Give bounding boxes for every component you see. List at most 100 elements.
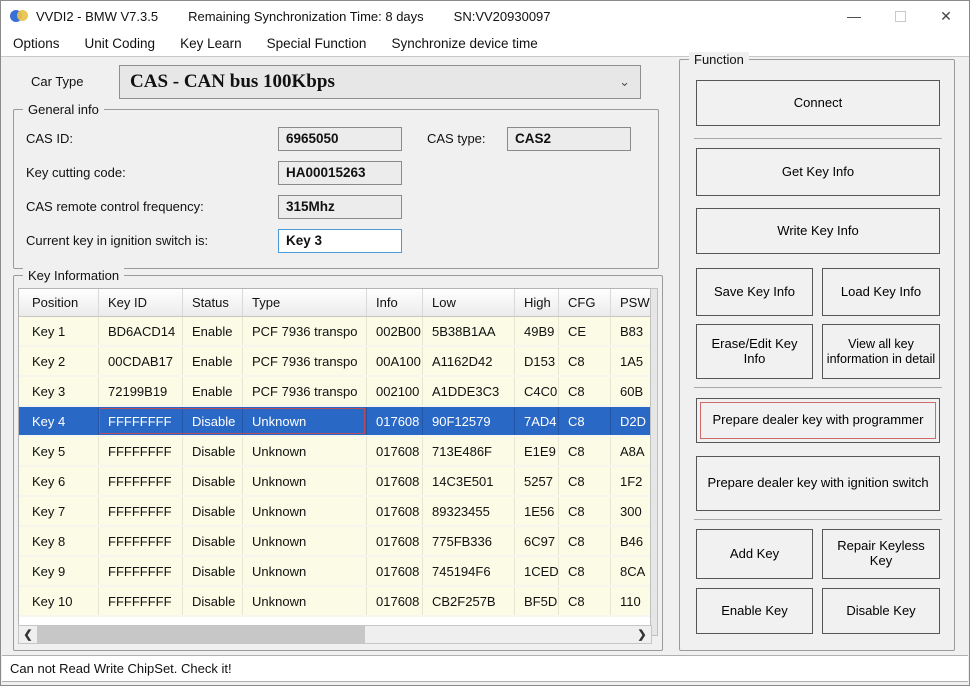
cell-key-id: 72199B19 <box>99 377 183 405</box>
key-information-title: Key Information <box>23 268 124 283</box>
save-key-info-button[interactable]: Save Key Info <box>696 268 813 316</box>
table-row[interactable]: Key 1 BD6ACD14 Enable PCF 7936 transpo 0… <box>19 317 652 347</box>
cell-position: Key 10 <box>19 587 99 615</box>
cell-status: Disable <box>183 587 243 615</box>
remote-frequency-field[interactable]: 315Mhz <box>278 195 402 219</box>
minimize-icon[interactable]: — <box>831 1 877 31</box>
cell-cfg: C8 <box>559 587 611 615</box>
cell-high: 6C97 <box>515 527 559 555</box>
col-header-type[interactable]: Type <box>243 289 367 316</box>
repair-keyless-key-button[interactable]: Repair Keyless Key <box>822 529 940 579</box>
cell-type: Unknown <box>243 407 367 435</box>
table-row[interactable]: Key 10 FFFFFFFF Disable Unknown 017608 C… <box>19 587 652 617</box>
cell-psw: D2D <box>611 407 652 435</box>
menu-options[interactable]: Options <box>13 36 60 51</box>
enable-key-button[interactable]: Enable Key <box>696 588 813 634</box>
add-key-button[interactable]: Add Key <box>696 529 813 579</box>
key-table: Position Key ID Status Type Info Low Hig… <box>18 288 652 636</box>
close-icon[interactable]: ✕ <box>923 1 969 31</box>
connect-button[interactable]: Connect <box>696 80 940 126</box>
cell-type: Unknown <box>243 437 367 465</box>
separator <box>694 519 942 520</box>
table-row[interactable]: Key 8 FFFFFFFF Disable Unknown 017608 77… <box>19 527 652 557</box>
cell-info: 017608 <box>367 527 423 555</box>
cell-type: Unknown <box>243 497 367 525</box>
prepare-dealer-key-programmer-label: Prepare dealer key with programmer <box>713 413 924 428</box>
col-header-high[interactable]: High <box>515 289 559 316</box>
load-key-info-button[interactable]: Load Key Info <box>822 268 940 316</box>
cell-position: Key 1 <box>19 317 99 345</box>
col-header-low[interactable]: Low <box>423 289 515 316</box>
write-key-info-button[interactable]: Write Key Info <box>696 208 940 254</box>
cell-cfg: C8 <box>559 377 611 405</box>
table-horizontal-scrollbar[interactable]: ❮ ❯ <box>18 625 652 644</box>
disable-key-button[interactable]: Disable Key <box>822 588 940 634</box>
key-cutting-code-field[interactable]: HA00015263 <box>278 161 402 185</box>
scrollbar-thumb[interactable] <box>37 626 365 643</box>
scroll-left-icon[interactable]: ❮ <box>19 626 37 643</box>
cell-low: 14C3E501 <box>423 467 515 495</box>
erase-edit-key-info-button[interactable]: Erase/Edit Key Info <box>696 324 813 379</box>
cell-status: Enable <box>183 377 243 405</box>
current-key-field[interactable]: Key 3 <box>278 229 402 253</box>
cell-low: 713E486F <box>423 437 515 465</box>
col-header-info[interactable]: Info <box>367 289 423 316</box>
current-key-label: Current key in ignition switch is: <box>26 233 278 248</box>
cell-position: Key 6 <box>19 467 99 495</box>
cell-psw: 300 <box>611 497 652 525</box>
cell-low: 775FB336 <box>423 527 515 555</box>
car-type-dropdown[interactable]: CAS - CAN bus 100Kbps ⌄ <box>119 65 641 99</box>
cell-high: D153 <box>515 347 559 375</box>
general-info-group: General info CAS ID: 6965050 CAS type: C… <box>13 109 659 269</box>
cell-psw: B46 <box>611 527 652 555</box>
cell-psw: 60B <box>611 377 652 405</box>
general-info-title: General info <box>23 102 104 117</box>
cell-key-id: FFFFFFFF <box>99 527 183 555</box>
window-title: VVDI2 - BMW V7.3.5 <box>36 9 158 24</box>
table-row[interactable]: Key 5 FFFFFFFF Disable Unknown 017608 71… <box>19 437 652 467</box>
function-group: Function Connect Get Key Info Write Key … <box>679 59 955 651</box>
cell-high: BF5D <box>515 587 559 615</box>
menu-unit-coding[interactable]: Unit Coding <box>85 36 156 51</box>
scrollbar-track[interactable] <box>37 626 633 643</box>
view-all-key-info-button[interactable]: View all key information in detail <box>822 324 940 379</box>
separator <box>694 138 942 139</box>
key-information-group: Key Information Position Key ID Status T… <box>13 275 663 651</box>
cell-low: A1DDE3C3 <box>423 377 515 405</box>
prepare-dealer-key-ignition-button[interactable]: Prepare dealer key with ignition switch <box>696 456 940 511</box>
scroll-right-icon[interactable]: ❯ <box>633 626 651 643</box>
menu-synchronize-device-time[interactable]: Synchronize device time <box>391 36 537 51</box>
cell-type: PCF 7936 transpo <box>243 317 367 345</box>
col-header-psw[interactable]: PSW <box>611 289 652 316</box>
cell-high: E1E9 <box>515 437 559 465</box>
vvdi-app-icon <box>10 7 28 25</box>
remote-frequency-label: CAS remote control frequency: <box>26 199 278 214</box>
cell-high: 5257 <box>515 467 559 495</box>
col-header-position[interactable]: Position <box>19 289 99 316</box>
cell-psw: B83 <box>611 317 652 345</box>
table-vertical-scrollbar[interactable] <box>650 288 658 636</box>
menu-special-function[interactable]: Special Function <box>267 36 367 51</box>
cell-psw: 8CA <box>611 557 652 585</box>
cas-type-field[interactable]: CAS2 <box>507 127 631 151</box>
table-row[interactable]: Key 6 FFFFFFFF Disable Unknown 017608 14… <box>19 467 652 497</box>
table-row[interactable]: Key 7 FFFFFFFF Disable Unknown 017608 89… <box>19 497 652 527</box>
menu-key-learn[interactable]: Key Learn <box>180 36 242 51</box>
maximize-icon[interactable] <box>877 1 923 31</box>
table-row[interactable]: Key 3 72199B19 Enable PCF 7936 transpo 0… <box>19 377 652 407</box>
table-row-selected[interactable]: Key 4 FFFFFFFF Disable Unknown 017608 90… <box>19 407 652 437</box>
table-row[interactable]: Key 2 00CDAB17 Enable PCF 7936 transpo 0… <box>19 347 652 377</box>
cas-id-field[interactable]: 6965050 <box>278 127 402 151</box>
get-key-info-button[interactable]: Get Key Info <box>696 148 940 196</box>
cell-info: 00A100 <box>367 347 423 375</box>
table-row[interactable]: Key 9 FFFFFFFF Disable Unknown 017608 74… <box>19 557 652 587</box>
cell-key-id: FFFFFFFF <box>99 587 183 615</box>
sync-time-text: Remaining Synchronization Time: 8 days <box>188 9 424 24</box>
col-header-status[interactable]: Status <box>183 289 243 316</box>
prepare-dealer-key-programmer-button[interactable]: Prepare dealer key with programmer <box>696 398 940 443</box>
cell-info: 017608 <box>367 467 423 495</box>
cell-info: 017608 <box>367 587 423 615</box>
col-header-key-id[interactable]: Key ID <box>99 289 183 316</box>
col-header-cfg[interactable]: CFG <box>559 289 611 316</box>
cell-cfg: C8 <box>559 467 611 495</box>
